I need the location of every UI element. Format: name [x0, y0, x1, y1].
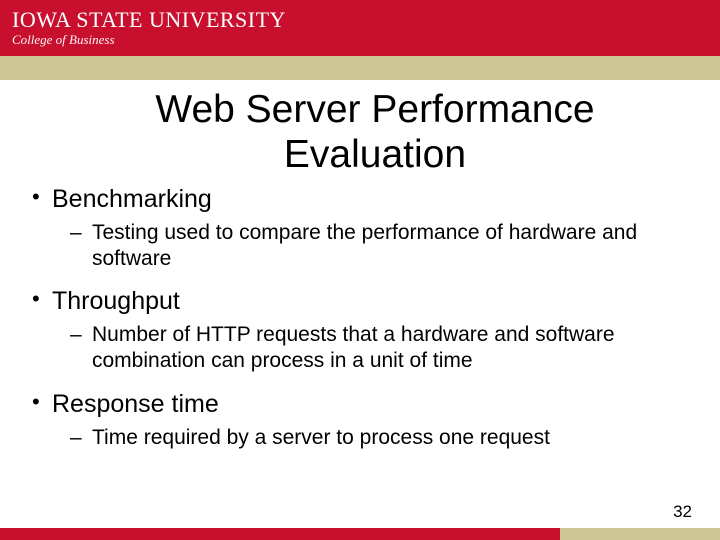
slide-title: Web Server Performance Evaluation [80, 88, 670, 178]
sub-list: Number of HTTP requests that a hardware … [70, 322, 700, 375]
university-block: IOWA STATE UNIVERSITY College of Busines… [12, 8, 286, 48]
list-item: Benchmarking Testing used to compare the… [30, 184, 700, 273]
bullet-list: Benchmarking Testing used to compare the… [30, 184, 700, 451]
list-item: Throughput Number of HTTP requests that … [30, 286, 700, 375]
slide-content: Web Server Performance Evaluation Benchm… [0, 80, 720, 451]
sub-bullet: Testing used to compare the performance … [70, 220, 700, 273]
header-bar: IOWA STATE UNIVERSITY College of Busines… [0, 0, 720, 56]
list-item: Response time Time required by a server … [30, 389, 700, 451]
slide-number: 32 [673, 502, 692, 522]
bullet-label: Response time [30, 389, 700, 419]
college-name: College of Business [12, 32, 286, 48]
bullet-label: Throughput [30, 286, 700, 316]
bullet-label: Benchmarking [30, 184, 700, 214]
sub-bullet: Time required by a server to process one… [70, 425, 700, 451]
sub-list: Time required by a server to process one… [70, 425, 700, 451]
header-accent [0, 56, 720, 80]
sub-bullet: Number of HTTP requests that a hardware … [70, 322, 700, 375]
university-name: IOWA STATE UNIVERSITY [12, 8, 286, 31]
footer-accent [560, 528, 720, 540]
sub-list: Testing used to compare the performance … [70, 220, 700, 273]
